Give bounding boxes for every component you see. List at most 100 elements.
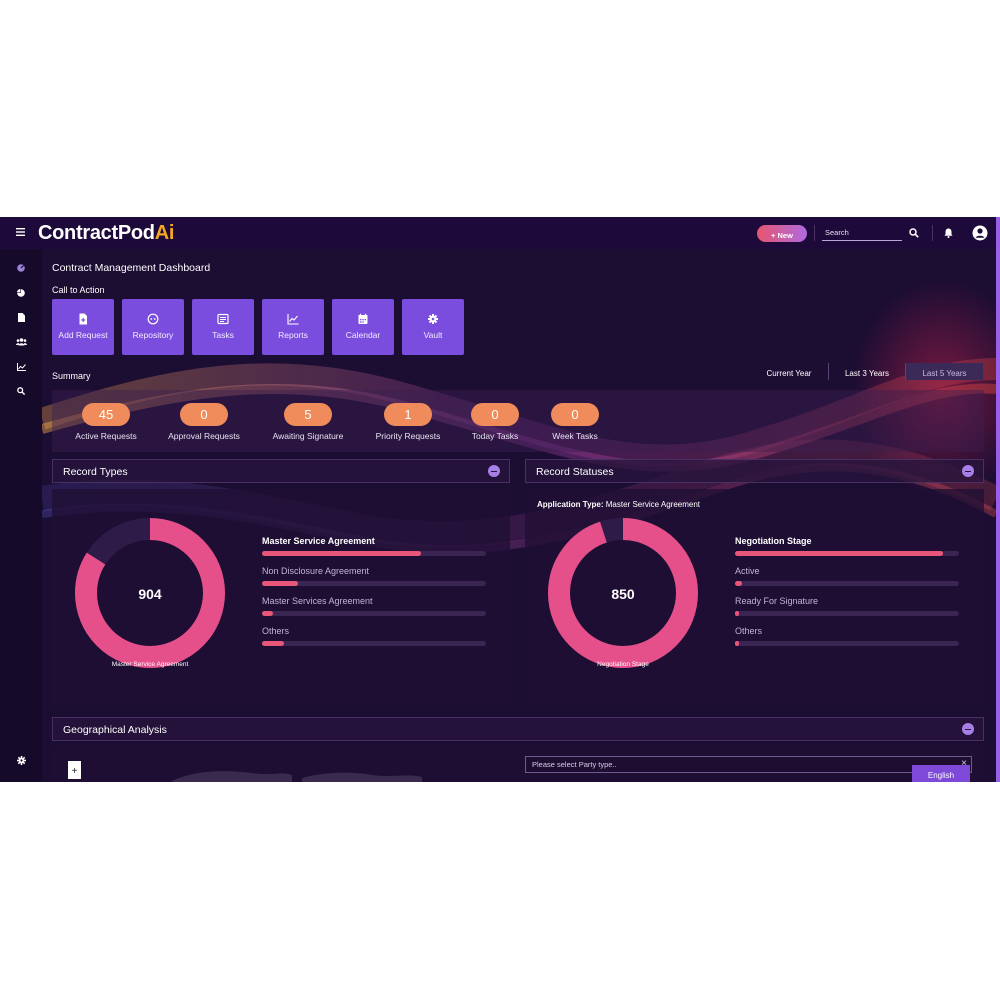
cta-heading: Call to Action	[52, 285, 105, 295]
scrollbar[interactable]	[996, 217, 1000, 782]
collapse-icon[interactable]	[962, 465, 974, 477]
brand-name: ContractPod	[38, 222, 155, 244]
summary-count[interactable]: 1	[384, 403, 432, 426]
party-type-select[interactable]: Please select Party type.. ×	[525, 756, 972, 773]
divider	[932, 225, 933, 241]
main-content: Contract Management Dashboard Call to Ac…	[42, 249, 996, 782]
party-type-placeholder: Please select Party type..	[532, 760, 617, 769]
cta-label: Calendar	[345, 330, 381, 340]
search-input[interactable]: Search	[822, 226, 902, 241]
cta-reports[interactable]: Reports	[262, 299, 324, 355]
summary-label: Active Requests	[75, 431, 137, 441]
document-icon[interactable]	[18, 313, 25, 322]
cta-label: Tasks	[212, 330, 234, 340]
chart-icon	[287, 314, 299, 325]
panel-title: Geographical Analysis	[63, 724, 167, 736]
new-button[interactable]: + New	[757, 225, 807, 242]
line-chart-icon[interactable]	[17, 363, 26, 371]
bar-track	[735, 611, 959, 616]
calendar-icon	[358, 313, 368, 324]
application-type-value: Master Service Agreement	[605, 500, 701, 509]
pie-chart-icon[interactable]	[17, 289, 25, 297]
brand-accent: Ai	[154, 222, 175, 244]
cta-label: Repository	[132, 330, 174, 340]
language-label: English	[927, 771, 955, 780]
tasks-icon	[217, 313, 229, 325]
bar-fill	[262, 611, 274, 616]
language-button[interactable]: English	[912, 765, 970, 782]
bar-label: Master Service Agreement	[262, 536, 375, 546]
tab-label: Last 3 Years	[844, 369, 890, 378]
hamburger-menu-icon[interactable]	[16, 228, 25, 236]
cta-calendar[interactable]: Calendar	[332, 299, 394, 355]
tab-last-5-years[interactable]: Last 5 Years	[906, 363, 983, 380]
summary-count[interactable]: 5	[284, 403, 332, 426]
summary-count[interactable]: 0	[180, 403, 228, 426]
bar-track	[262, 581, 486, 586]
users-icon[interactable]	[16, 338, 27, 346]
divider	[814, 225, 815, 241]
sidebar	[0, 249, 42, 782]
dashboard-icon[interactable]	[17, 264, 25, 272]
bar-label: Negotiation Stage	[735, 536, 812, 546]
summary-label: Priority Requests	[375, 431, 441, 441]
geo-analysis-body: + Please select Party type.. ×	[52, 745, 984, 782]
search-icon[interactable]	[17, 387, 25, 395]
summary-label: Awaiting Signature	[272, 431, 344, 441]
brand-logo[interactable]: ContractPodAi	[38, 222, 174, 245]
tab-current-year[interactable]: Current Year	[750, 363, 828, 380]
bar-fill	[735, 641, 740, 646]
bar-fill	[262, 551, 422, 556]
record-statuses-header: Record Statuses	[525, 459, 984, 483]
bar-track	[735, 551, 959, 556]
app-window: ContractPodAi + New Search Contract Mana…	[0, 217, 1000, 782]
cta-tasks[interactable]: Tasks	[192, 299, 254, 355]
bar-label: Others	[735, 626, 763, 636]
search-icon[interactable]	[909, 228, 919, 238]
cta-add-request[interactable]: Add Request	[52, 299, 114, 355]
cta-label: Add Request	[58, 330, 108, 340]
record-types-header: Record Types	[52, 459, 510, 483]
cta-label: Reports	[278, 330, 308, 340]
bell-icon[interactable]	[944, 228, 953, 238]
application-type-label: Application Type:	[537, 500, 604, 509]
summary-count[interactable]: 0	[471, 403, 519, 426]
donut-label: Master Service Agreement	[111, 661, 189, 668]
collapse-icon[interactable]	[488, 465, 500, 477]
page-title: Contract Management Dashboard	[52, 262, 211, 274]
panel-title: Record Statuses	[536, 466, 614, 478]
search-placeholder: Search	[825, 228, 849, 237]
bar-label: Active	[735, 566, 760, 576]
user-avatar-icon[interactable]	[972, 225, 988, 241]
gear-icon[interactable]	[17, 756, 26, 765]
world-map	[172, 771, 422, 782]
summary-label: Week Tasks	[552, 431, 598, 441]
cta-repository[interactable]: Repository	[122, 299, 184, 355]
bar-fill	[262, 641, 285, 646]
record-types-total: 904	[138, 586, 162, 602]
collapse-icon[interactable]	[962, 723, 974, 735]
record-statuses-total: 850	[611, 586, 635, 602]
bar-label: Ready For Signature	[735, 596, 819, 606]
bar-fill	[735, 611, 740, 616]
bar-track	[262, 551, 486, 556]
summary-count[interactable]: 0	[551, 403, 599, 426]
panel-title: Record Types	[63, 466, 128, 478]
summary-label: Approval Requests	[168, 431, 240, 441]
repository-icon	[147, 313, 159, 325]
cta-vault[interactable]: Vault	[402, 299, 464, 355]
bar-fill	[735, 581, 742, 586]
summary-count[interactable]: 45	[82, 403, 130, 426]
bar-fill	[735, 551, 944, 556]
file-plus-icon	[79, 313, 87, 325]
bar-label: Master Services Agreement	[262, 596, 373, 606]
gear-icon	[428, 314, 438, 324]
bar-track	[735, 641, 959, 646]
map-zoom-in-button[interactable]: +	[68, 761, 81, 779]
tab-last-3-years[interactable]: Last 3 Years	[829, 363, 905, 380]
geo-analysis-header: Geographical Analysis	[52, 717, 984, 741]
new-button-label: + New	[771, 231, 793, 240]
donut-label: Negotiation Stage	[597, 661, 649, 668]
bar-track	[735, 581, 959, 586]
top-bar: ContractPodAi + New Search	[0, 217, 1000, 249]
